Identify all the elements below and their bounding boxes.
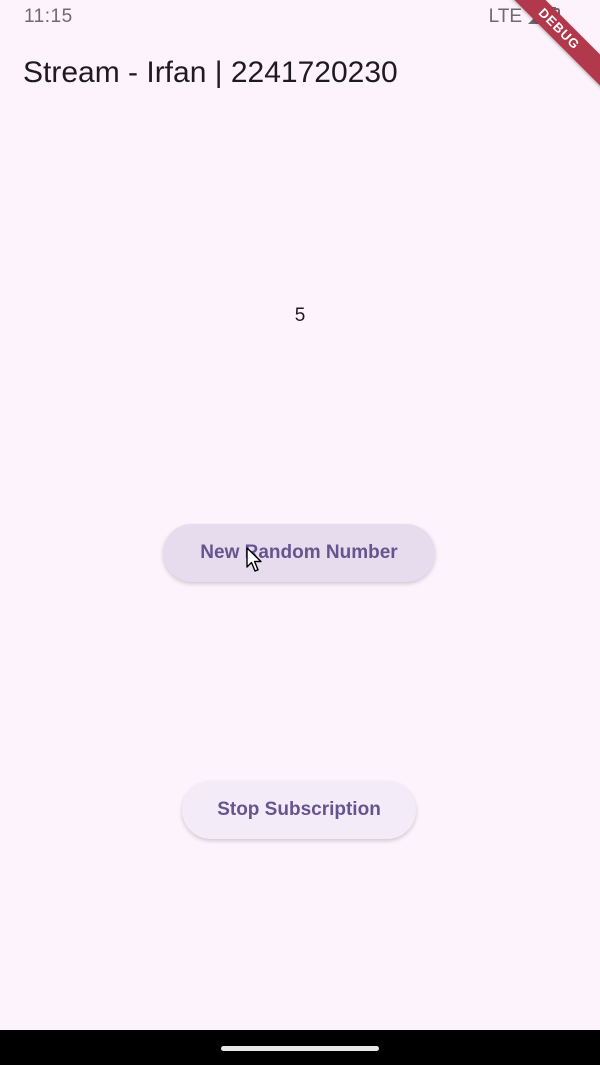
random-number-value: 5 — [294, 305, 306, 326]
page-title: Stream - Irfan | 2241720230 — [23, 56, 398, 89]
status-bar: 11:15 LTE — [0, 0, 600, 34]
app-bar: Stream - Irfan | 2241720230 — [0, 44, 600, 108]
new-random-number-button[interactable]: New Random Number — [163, 524, 435, 582]
app-screen: 11:15 LTE DEBUG Stream - Irfan | 2241720… — [0, 0, 600, 1065]
network-type: LTE — [488, 6, 522, 27]
status-time: 11:15 — [24, 6, 73, 27]
home-gesture-handle[interactable] — [221, 1046, 379, 1051]
navigation-bar — [0, 1030, 600, 1065]
stop-subscription-button[interactable]: Stop Subscription — [182, 781, 416, 839]
